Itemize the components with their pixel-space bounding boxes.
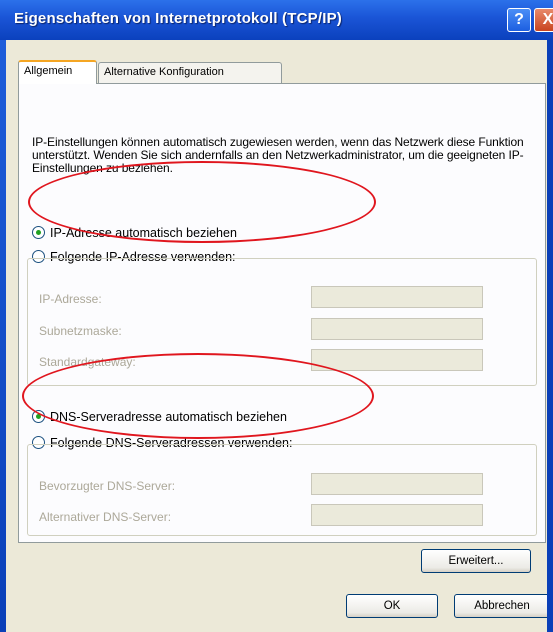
default-gateway-label: Standardgateway: [39,355,136,369]
close-button[interactable]: X [534,8,553,32]
radio-ip-auto-label: IP-Adresse automatisch beziehen [50,226,237,240]
subnet-mask-field[interactable] [311,318,483,340]
preferred-dns-label: Bevorzugter DNS-Server: [39,479,176,493]
window-title: Eigenschaften von Internetprotokoll (TCP… [14,10,342,27]
radio-dns-auto[interactable]: DNS-Serveradresse automatisch beziehen [32,410,287,424]
radio-button-checked[interactable] [32,410,45,423]
advanced-button[interactable]: Erweitert... [421,549,531,573]
tab-alternative-konfiguration[interactable]: Alternative Konfiguration [98,62,282,83]
ok-button[interactable]: OK [346,594,438,618]
dialog-window: Eigenschaften von Internetprotokoll (TCP… [0,0,553,632]
title-bar[interactable]: Eigenschaften von Internetprotokoll (TCP… [0,0,553,40]
tab-panel-allgemein: IP-Einstellungen können automatisch zuge… [18,83,546,573]
intro-text: IP-Einstellungen können automatisch zuge… [32,135,524,175]
radio-button-checked[interactable] [32,226,45,239]
alternate-dns-field[interactable] [311,504,483,526]
radio-dns-auto-label: DNS-Serveradresse automatisch beziehen [50,410,287,424]
dialog-client-area: Allgemein Alternative Konfiguration IP-E… [6,40,553,632]
tab-allgemein[interactable]: Allgemein [18,60,97,84]
preferred-dns-field[interactable] [311,473,483,495]
radio-ip-auto[interactable]: IP-Adresse automatisch beziehen [32,226,237,240]
alternate-dns-label: Alternativer DNS-Server: [39,510,172,524]
window-border [547,40,553,632]
ip-address-label: IP-Adresse: [39,292,102,306]
cancel-button[interactable]: Abbrechen [454,594,550,618]
subnet-mask-label: Subnetzmaske: [39,324,122,338]
ip-address-field[interactable] [311,286,483,308]
default-gateway-field[interactable] [311,349,483,371]
help-button[interactable]: ? [507,8,531,32]
